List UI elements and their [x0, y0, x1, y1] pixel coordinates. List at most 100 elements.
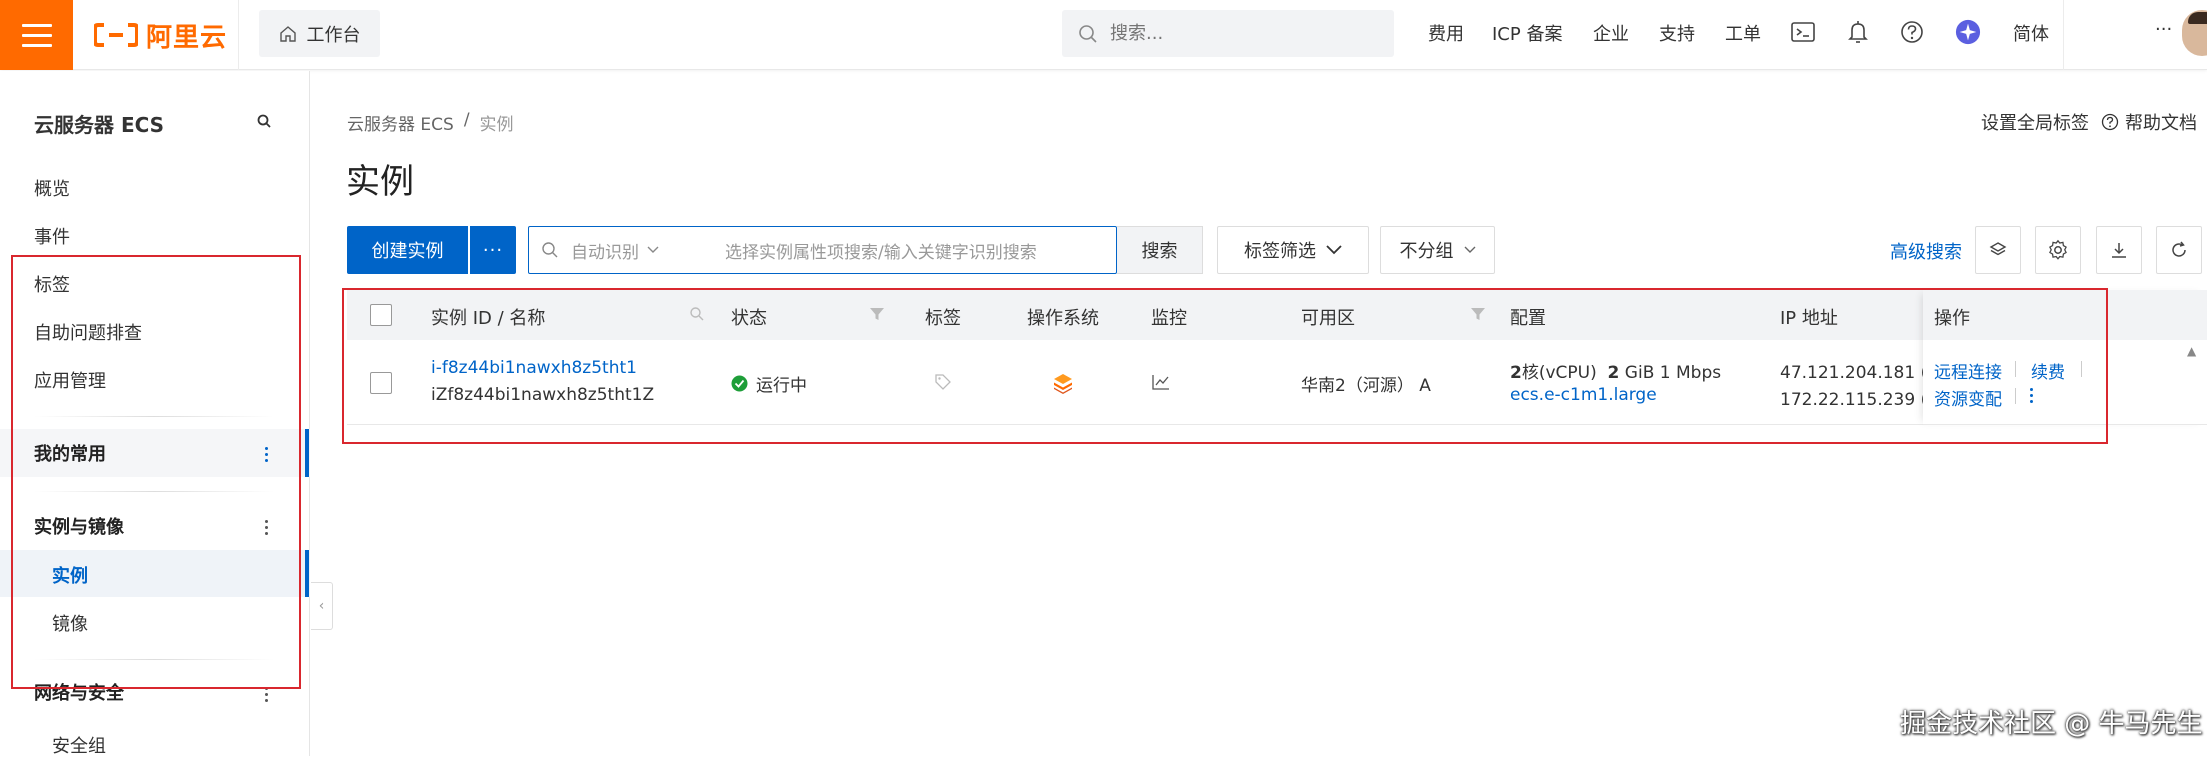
more-actions-button[interactable]: ···: [470, 226, 516, 274]
watermark: 掘金技术社区 @ 牛马先生: [1900, 709, 2203, 739]
select-all-checkbox[interactable]: [370, 304, 392, 326]
divider: [238, 0, 239, 70]
config-mem-rest: GiB 1 Mbps: [1624, 363, 1722, 383]
resize-link[interactable]: 资源变配: [1934, 385, 2002, 410]
renew-link[interactable]: 续费: [2031, 358, 2065, 383]
active-indicator: [305, 550, 309, 597]
aliyun-logo[interactable]: 阿里云: [94, 16, 227, 54]
divider: [34, 416, 274, 417]
search-button[interactable]: 搜索: [1117, 226, 1203, 274]
sidebar-search-icon[interactable]: [256, 113, 274, 131]
global-tags-link[interactable]: 设置全局标签: [1981, 109, 2089, 135]
sidebar-item-app-management[interactable]: 应用管理: [34, 367, 106, 393]
sidebar-item-overview[interactable]: 概览: [34, 175, 70, 201]
check-circle-icon: [731, 375, 748, 392]
config-mem-num: 2: [1607, 363, 1620, 383]
sidebar-group-network[interactable]: 网络与安全: [0, 672, 310, 712]
sidebar-group-label: 网络与安全: [34, 683, 124, 704]
sidebar-group-favorites[interactable]: 我的常用: [0, 429, 310, 477]
cloud-shell-icon[interactable]: [1790, 19, 1816, 45]
config-spec: 2核(vCPU) 2 GiB 1 Mbps: [1510, 358, 1721, 383]
header-monitor: 监控: [1151, 308, 1187, 329]
create-instance-button[interactable]: 创建实例: [347, 226, 468, 274]
more-vertical-icon[interactable]: [2030, 388, 2033, 403]
sidebar-item-troubleshoot[interactable]: 自助问题排查: [34, 319, 142, 345]
header-id-name[interactable]: 实例 ID / 名称: [431, 304, 545, 330]
divider: [34, 659, 274, 660]
advanced-search-link[interactable]: 高级搜索: [1890, 238, 1962, 264]
zone-cell: 华南2（河源） A: [1301, 376, 1431, 396]
breadcrumb-ecs[interactable]: 云服务器 ECS: [347, 110, 454, 135]
nav-support[interactable]: 支持: [1659, 20, 1695, 46]
monitor-chart-icon[interactable]: [1152, 374, 1170, 390]
actions-column: 操作 远程连接 续费 资源变配: [1923, 290, 2207, 425]
sidebar-item-images[interactable]: 镜像: [52, 610, 88, 636]
instance-type-link[interactable]: ecs.e-c1m1.large: [1510, 385, 1657, 405]
filter-icon[interactable]: [869, 306, 885, 322]
divider: [2015, 361, 2016, 377]
download-icon: [2112, 243, 2126, 258]
filter-icon[interactable]: [1470, 306, 1486, 322]
global-search-input[interactable]: [1110, 23, 1370, 44]
settings-button[interactable]: [2035, 226, 2081, 274]
more-vertical-icon[interactable]: [263, 687, 269, 702]
search-mode-label: 自动识别: [571, 242, 639, 263]
sidebar-item-tags[interactable]: 标签: [34, 271, 70, 297]
header-zone: 可用区: [1301, 308, 1355, 329]
page-title: 实例: [346, 162, 414, 202]
scroll-up-arrow[interactable]: ▲: [2187, 344, 2199, 358]
layers-button[interactable]: [1975, 226, 2021, 274]
download-button[interactable]: [2096, 226, 2142, 274]
sidebar-group-label: 实例与镜像: [34, 517, 124, 538]
sidebar-item-security-group[interactable]: 安全组: [52, 732, 106, 758]
help-docs-link[interactable]: 帮助文档: [2101, 109, 2197, 135]
actions-cell: 远程连接 续费 资源变配: [1923, 340, 2207, 425]
more-menu[interactable]: ...: [2155, 14, 2172, 35]
help-docs-label: 帮助文档: [2125, 113, 2197, 134]
active-indicator: [305, 429, 309, 477]
help-icon[interactable]: [1899, 19, 1925, 45]
sidebar-group-instances[interactable]: 实例与镜像: [0, 502, 310, 550]
nav-enterprise[interactable]: 企业: [1593, 20, 1629, 46]
nav-fees[interactable]: 费用: [1428, 20, 1464, 46]
workbench-label: 工作台: [306, 24, 361, 46]
divider: [34, 491, 274, 492]
refresh-icon: [2172, 241, 2186, 257]
instance-id-link[interactable]: i-f8z44bi1nawxh8z5tht1: [431, 358, 637, 378]
row-checkbox[interactable]: [370, 372, 392, 394]
breadcrumb-current: 实例: [479, 115, 514, 135]
more-vertical-icon[interactable]: [263, 520, 269, 535]
ip-private[interactable]: 172.22.115.239 (私: [1780, 385, 1944, 410]
global-search[interactable]: [1062, 10, 1394, 57]
search-icon[interactable]: [689, 306, 705, 322]
group-select[interactable]: 不分组: [1380, 226, 1495, 274]
avatar[interactable]: [2182, 10, 2207, 56]
language-switch[interactable]: 简体: [2013, 20, 2049, 46]
config-cpu-unit: 核(vCPU): [1521, 363, 1597, 383]
chevron-down-icon: [647, 246, 659, 253]
sidebar-item-instances[interactable]: 实例: [52, 562, 88, 588]
tag-filter-label: 标签筛选: [1244, 241, 1316, 262]
more-vertical-icon[interactable]: [263, 447, 269, 462]
nav-icp[interactable]: ICP 备案: [1492, 20, 1562, 46]
search-mode-select[interactable]: 自动识别: [559, 238, 725, 263]
sidebar-group-label: 我的常用: [34, 444, 106, 465]
refresh-button[interactable]: [2156, 226, 2202, 274]
instance-search-input[interactable]: 自动识别 选择实例属性项搜索/输入关键字识别搜索: [528, 226, 1117, 274]
chevron-down-icon: [1464, 246, 1475, 253]
tag-icon[interactable]: [934, 373, 952, 391]
ai-assistant-icon[interactable]: [1955, 19, 1981, 45]
bell-icon[interactable]: [1845, 19, 1871, 45]
status-cell: 运行中: [731, 371, 807, 396]
sidebar-title: 云服务器 ECS: [34, 113, 165, 137]
sidebar-collapse-button[interactable]: ‹: [311, 582, 333, 630]
remote-connect-link[interactable]: 远程连接: [1934, 358, 2002, 383]
search-icon: [542, 242, 558, 258]
sidebar-item-events[interactable]: 事件: [34, 223, 70, 249]
ip-public[interactable]: 47.121.204.181 (公: [1780, 358, 1944, 383]
status-text: 运行中: [756, 376, 807, 396]
menu-hamburger-button[interactable]: [0, 0, 73, 70]
workbench-button[interactable]: 工作台: [259, 10, 380, 57]
tag-filter-select[interactable]: 标签筛选: [1217, 226, 1369, 274]
nav-ticket[interactable]: 工单: [1725, 20, 1761, 46]
